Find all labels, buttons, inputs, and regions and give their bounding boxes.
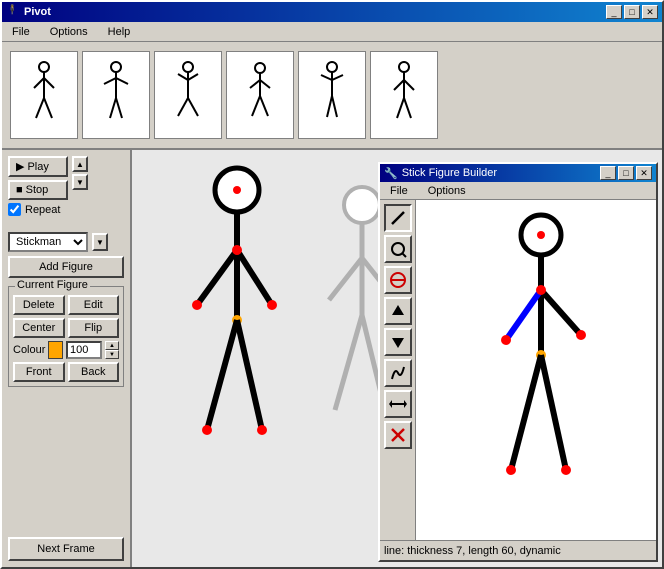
frame-thumb-4[interactable]	[226, 51, 294, 139]
figure-select-row: Stickman ▼	[8, 232, 124, 252]
playback-area: ▶ Play ■ Stop Repeat ▲ ▼	[8, 156, 124, 216]
colour-down-button[interactable]: ▼	[105, 350, 119, 359]
colour-row: Colour 100 ▲ ▼	[13, 341, 119, 359]
current-figure-group: Current Figure Delete Edit Center Flip C…	[8, 286, 124, 387]
repeat-checkbox[interactable]	[8, 203, 21, 216]
play-icon: ▶	[16, 160, 24, 173]
delete-button[interactable]: Delete	[13, 295, 65, 315]
sfb-title-bar: 🔧 Stick Figure Builder _ □ ✕	[380, 164, 656, 182]
menu-file[interactable]: File	[6, 24, 36, 40]
maximize-button[interactable]: □	[624, 5, 640, 19]
sfb-menu: File Options	[380, 182, 656, 200]
title-bar: 🕴 Pivot _ □ ✕	[2, 2, 662, 22]
app-icon: 🕴	[6, 5, 20, 19]
close-button[interactable]: ✕	[642, 5, 658, 19]
sfb-dialog: 🔧 Stick Figure Builder _ □ ✕ File Option…	[378, 162, 658, 562]
tool-remove[interactable]	[384, 421, 412, 449]
colour-label: Colour	[13, 344, 45, 356]
sfb-close-button[interactable]: ✕	[636, 166, 652, 180]
sfb-title-text: Stick Figure Builder	[402, 167, 497, 179]
dropdown-arrow[interactable]: ▼	[92, 233, 108, 251]
canvas-area[interactable]: 🔧 Stick Figure Builder _ □ ✕ File Option…	[132, 150, 662, 567]
sfb-icon: 🔧	[384, 167, 398, 180]
window-title: Pivot	[24, 6, 51, 18]
tool-line[interactable]	[384, 204, 412, 232]
scroll-arrows: ▲ ▼	[72, 156, 88, 190]
scroll-up-button[interactable]: ▲	[72, 156, 88, 172]
divider-1	[8, 220, 124, 228]
title-buttons: _ □ ✕	[606, 5, 658, 19]
back-button[interactable]: Back	[68, 362, 120, 382]
play-button[interactable]: ▶ Play	[8, 156, 68, 177]
tool-delete[interactable]	[384, 266, 412, 294]
sfb-maximize-button[interactable]: □	[618, 166, 634, 180]
frames-panel	[2, 42, 662, 150]
frame-thumb-3[interactable]	[154, 51, 222, 139]
menu-options[interactable]: Options	[44, 24, 94, 40]
center-button[interactable]: Center	[13, 318, 65, 338]
sfb-minimize-button[interactable]: _	[600, 166, 616, 180]
menu-help[interactable]: Help	[102, 24, 137, 40]
title-bar-left: 🕴 Pivot	[6, 5, 51, 19]
scroll-down-button[interactable]: ▼	[72, 174, 88, 190]
sfb-menu-options[interactable]: Options	[422, 183, 472, 199]
left-panel: ▶ Play ■ Stop Repeat ▲ ▼	[2, 150, 132, 567]
colour-swatch[interactable]	[48, 341, 63, 359]
stop-icon: ■	[16, 184, 23, 196]
frame-thumb-2[interactable]	[82, 51, 150, 139]
minimize-button[interactable]: _	[606, 5, 622, 19]
stop-button[interactable]: ■ Stop	[8, 180, 68, 200]
sfb-status: line: thickness 7, length 60, dynamic	[380, 540, 656, 560]
sfb-title-left: 🔧 Stick Figure Builder	[384, 167, 497, 180]
front-back-buttons: Front Back	[13, 362, 119, 382]
stickman-left	[182, 160, 292, 510]
colour-up-button[interactable]: ▲	[105, 341, 119, 350]
repeat-label[interactable]: Repeat	[8, 203, 68, 216]
menu-bar: File Options Help	[2, 22, 662, 42]
sfb-title-buttons: _ □ ✕	[600, 166, 652, 180]
playback-buttons: ▶ Play ■ Stop Repeat	[8, 156, 68, 216]
next-frame-button[interactable]: Next Frame	[8, 537, 124, 561]
sfb-status-text: line: thickness 7, length 60, dynamic	[384, 545, 561, 557]
current-figure-title: Current Figure	[15, 279, 90, 291]
sfb-menu-file[interactable]: File	[384, 183, 414, 199]
figure-select[interactable]: Stickman	[8, 232, 88, 252]
tool-circle[interactable]	[384, 235, 412, 263]
main-area: ▶ Play ■ Stop Repeat ▲ ▼	[2, 150, 662, 567]
tool-up[interactable]	[384, 297, 412, 325]
frame-thumb-5[interactable]	[298, 51, 366, 139]
add-figure-button[interactable]: Add Figure	[8, 256, 124, 278]
front-button[interactable]: Front	[13, 362, 65, 382]
frame-thumb-6[interactable]	[370, 51, 438, 139]
colour-value[interactable]: 100	[66, 341, 102, 359]
edit-button[interactable]: Edit	[68, 295, 120, 315]
tool-down[interactable]	[384, 328, 412, 356]
sfb-canvas[interactable]	[416, 200, 656, 540]
tool-extend[interactable]	[384, 390, 412, 418]
figure-buttons: Delete Edit Center Flip	[13, 295, 119, 338]
tool-curve[interactable]	[384, 359, 412, 387]
flip-button[interactable]: Flip	[68, 318, 120, 338]
frame-thumb-1[interactable]	[10, 51, 78, 139]
sfb-body	[380, 200, 656, 540]
main-window: 🕴 Pivot _ □ ✕ File Options Help	[0, 0, 664, 569]
sfb-tools	[380, 200, 416, 540]
sfb-stickman	[476, 210, 606, 540]
colour-spinner: ▲ ▼	[105, 341, 119, 359]
